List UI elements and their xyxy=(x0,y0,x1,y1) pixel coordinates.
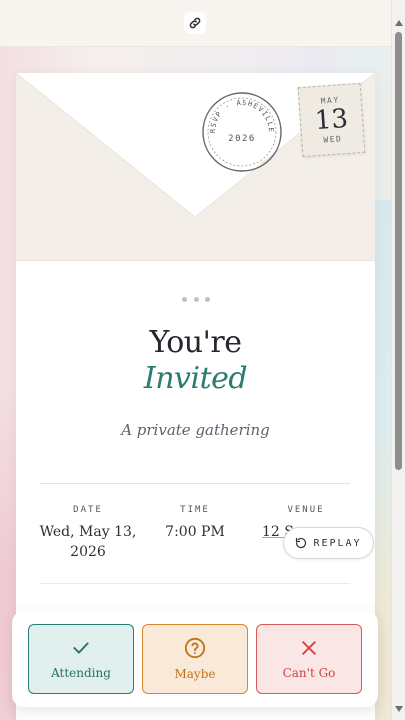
detail-date-line2: 2026 xyxy=(70,544,106,560)
envelope: RSVP · ASHEVILLE 2026 MAY 13 WED xyxy=(16,73,375,261)
detail-date-line1: Wed, May 13, xyxy=(39,524,137,540)
replay-button[interactable]: REPLAY xyxy=(283,527,374,559)
question-icon xyxy=(184,637,206,659)
link-icon xyxy=(189,17,201,29)
scroll-up-arrow[interactable] xyxy=(395,20,403,26)
detail-date-label: DATE xyxy=(73,505,103,515)
attending-button[interactable]: Attending xyxy=(28,624,134,694)
divider xyxy=(40,583,350,584)
maybe-button[interactable]: Maybe xyxy=(142,624,248,694)
x-icon xyxy=(302,641,316,655)
detail-time: TIME 7:00 PM xyxy=(156,505,234,542)
postmark: RSVP · ASHEVILLE 2026 xyxy=(202,92,282,172)
stamp-day: 13 xyxy=(313,103,350,137)
postmark-top-text: RSVP · ASHEVILLE xyxy=(209,99,274,133)
subtitle: A private gathering xyxy=(121,421,270,439)
cant-go-label: Can't Go xyxy=(282,666,336,680)
detail-venue-label: VENUE xyxy=(287,505,325,515)
detail-date-value: Wed, May 13, 2026 xyxy=(36,522,140,562)
ornament-dots xyxy=(182,297,210,303)
maybe-label: Maybe xyxy=(174,667,216,681)
svg-text:RSVP · ASHEVILLE: RSVP · ASHEVILLE xyxy=(209,99,275,133)
check-icon xyxy=(73,642,89,654)
date-stamp: MAY 13 WED xyxy=(297,82,366,158)
replay-icon xyxy=(296,537,307,549)
cant-go-button[interactable]: Can't Go xyxy=(256,624,362,694)
scroll-down-arrow[interactable] xyxy=(395,706,403,712)
top-bar xyxy=(0,0,391,47)
scrollbar[interactable] xyxy=(391,0,405,720)
detail-time-label: TIME xyxy=(180,505,210,515)
attending-label: Attending xyxy=(51,666,111,680)
detail-time-value: 7:00 PM xyxy=(165,524,225,540)
stamp-weekday: WED xyxy=(323,134,343,145)
peek-text-fragment xyxy=(100,712,300,720)
title-line-1: You're xyxy=(149,325,242,360)
rsvp-bar: Attending Maybe Can't Go xyxy=(12,611,378,707)
scroll-thumb[interactable] xyxy=(395,32,402,470)
title-line-2: Invited xyxy=(143,361,248,396)
postmark-year: 2026 xyxy=(228,134,256,144)
divider xyxy=(40,483,350,484)
replay-label: REPLAY xyxy=(313,537,362,549)
detail-date: DATE Wed, May 13, 2026 xyxy=(36,505,140,562)
copy-link-button[interactable] xyxy=(184,12,206,34)
